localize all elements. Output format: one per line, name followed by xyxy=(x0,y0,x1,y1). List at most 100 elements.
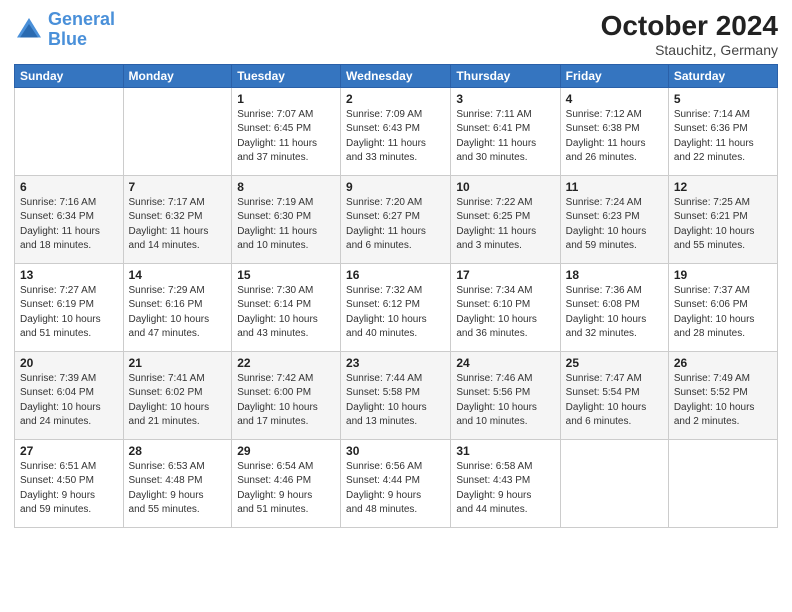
day-info: Sunrise: 7:22 AM Sunset: 6:25 PM Dayligh… xyxy=(456,196,554,254)
day-cell: 5Sunrise: 7:14 AM Sunset: 6:36 PM Daylig… xyxy=(668,88,777,176)
day-info: Sunrise: 6:51 AM Sunset: 4:50 PM Dayligh… xyxy=(20,460,118,518)
day-cell xyxy=(15,88,124,176)
day-number: 20 xyxy=(20,355,118,372)
day-number: 9 xyxy=(346,179,445,196)
col-saturday: Saturday xyxy=(668,65,777,88)
day-cell: 12Sunrise: 7:25 AM Sunset: 6:21 PM Dayli… xyxy=(668,176,777,264)
day-cell: 18Sunrise: 7:36 AM Sunset: 6:08 PM Dayli… xyxy=(560,264,668,352)
day-info: Sunrise: 7:42 AM Sunset: 6:00 PM Dayligh… xyxy=(237,372,335,430)
day-cell: 4Sunrise: 7:12 AM Sunset: 6:38 PM Daylig… xyxy=(560,88,668,176)
day-cell: 26Sunrise: 7:49 AM Sunset: 5:52 PM Dayli… xyxy=(668,352,777,440)
day-info: Sunrise: 7:32 AM Sunset: 6:12 PM Dayligh… xyxy=(346,284,445,342)
day-cell: 10Sunrise: 7:22 AM Sunset: 6:25 PM Dayli… xyxy=(451,176,560,264)
day-info: Sunrise: 6:58 AM Sunset: 4:43 PM Dayligh… xyxy=(456,460,554,518)
day-number: 21 xyxy=(129,355,227,372)
day-number: 22 xyxy=(237,355,335,372)
day-cell: 16Sunrise: 7:32 AM Sunset: 6:12 PM Dayli… xyxy=(341,264,451,352)
day-info: Sunrise: 6:56 AM Sunset: 4:44 PM Dayligh… xyxy=(346,460,445,518)
week-row-3: 20Sunrise: 7:39 AM Sunset: 6:04 PM Dayli… xyxy=(15,352,778,440)
day-info: Sunrise: 7:49 AM Sunset: 5:52 PM Dayligh… xyxy=(674,372,772,430)
day-info: Sunrise: 7:09 AM Sunset: 6:43 PM Dayligh… xyxy=(346,108,445,166)
day-cell: 31Sunrise: 6:58 AM Sunset: 4:43 PM Dayli… xyxy=(451,440,560,528)
week-row-0: 1Sunrise: 7:07 AM Sunset: 6:45 PM Daylig… xyxy=(15,88,778,176)
day-number: 23 xyxy=(346,355,445,372)
day-number: 2 xyxy=(346,91,445,108)
col-thursday: Thursday xyxy=(451,65,560,88)
day-number: 8 xyxy=(237,179,335,196)
day-cell: 11Sunrise: 7:24 AM Sunset: 6:23 PM Dayli… xyxy=(560,176,668,264)
day-cell: 19Sunrise: 7:37 AM Sunset: 6:06 PM Dayli… xyxy=(668,264,777,352)
col-friday: Friday xyxy=(560,65,668,88)
col-sunday: Sunday xyxy=(15,65,124,88)
day-number: 28 xyxy=(129,443,227,460)
day-cell xyxy=(668,440,777,528)
day-number: 24 xyxy=(456,355,554,372)
day-cell: 15Sunrise: 7:30 AM Sunset: 6:14 PM Dayli… xyxy=(232,264,341,352)
day-info: Sunrise: 7:11 AM Sunset: 6:41 PM Dayligh… xyxy=(456,108,554,166)
day-cell: 3Sunrise: 7:11 AM Sunset: 6:41 PM Daylig… xyxy=(451,88,560,176)
page: General Blue October 2024 Stauchitz, Ger… xyxy=(0,0,792,612)
day-number: 31 xyxy=(456,443,554,460)
day-info: Sunrise: 7:34 AM Sunset: 6:10 PM Dayligh… xyxy=(456,284,554,342)
month-title: October 2024 xyxy=(601,10,778,42)
day-info: Sunrise: 7:19 AM Sunset: 6:30 PM Dayligh… xyxy=(237,196,335,254)
day-cell: 2Sunrise: 7:09 AM Sunset: 6:43 PM Daylig… xyxy=(341,88,451,176)
day-info: Sunrise: 7:16 AM Sunset: 6:34 PM Dayligh… xyxy=(20,196,118,254)
col-wednesday: Wednesday xyxy=(341,65,451,88)
day-number: 30 xyxy=(346,443,445,460)
day-info: Sunrise: 7:47 AM Sunset: 5:54 PM Dayligh… xyxy=(566,372,663,430)
day-info: Sunrise: 7:20 AM Sunset: 6:27 PM Dayligh… xyxy=(346,196,445,254)
day-cell: 9Sunrise: 7:20 AM Sunset: 6:27 PM Daylig… xyxy=(341,176,451,264)
header: General Blue October 2024 Stauchitz, Ger… xyxy=(14,10,778,58)
day-number: 10 xyxy=(456,179,554,196)
day-number: 4 xyxy=(566,91,663,108)
day-cell: 14Sunrise: 7:29 AM Sunset: 6:16 PM Dayli… xyxy=(123,264,232,352)
day-number: 19 xyxy=(674,267,772,284)
day-number: 13 xyxy=(20,267,118,284)
day-cell: 7Sunrise: 7:17 AM Sunset: 6:32 PM Daylig… xyxy=(123,176,232,264)
day-info: Sunrise: 7:29 AM Sunset: 6:16 PM Dayligh… xyxy=(129,284,227,342)
day-number: 17 xyxy=(456,267,554,284)
day-info: Sunrise: 7:37 AM Sunset: 6:06 PM Dayligh… xyxy=(674,284,772,342)
day-info: Sunrise: 7:14 AM Sunset: 6:36 PM Dayligh… xyxy=(674,108,772,166)
day-info: Sunrise: 6:54 AM Sunset: 4:46 PM Dayligh… xyxy=(237,460,335,518)
logo-icon xyxy=(14,15,44,45)
day-info: Sunrise: 7:36 AM Sunset: 6:08 PM Dayligh… xyxy=(566,284,663,342)
day-info: Sunrise: 7:17 AM Sunset: 6:32 PM Dayligh… xyxy=(129,196,227,254)
day-cell: 22Sunrise: 7:42 AM Sunset: 6:00 PM Dayli… xyxy=(232,352,341,440)
week-row-4: 27Sunrise: 6:51 AM Sunset: 4:50 PM Dayli… xyxy=(15,440,778,528)
day-cell: 20Sunrise: 7:39 AM Sunset: 6:04 PM Dayli… xyxy=(15,352,124,440)
day-info: Sunrise: 7:44 AM Sunset: 5:58 PM Dayligh… xyxy=(346,372,445,430)
day-cell: 21Sunrise: 7:41 AM Sunset: 6:02 PM Dayli… xyxy=(123,352,232,440)
day-cell: 6Sunrise: 7:16 AM Sunset: 6:34 PM Daylig… xyxy=(15,176,124,264)
day-cell: 8Sunrise: 7:19 AM Sunset: 6:30 PM Daylig… xyxy=(232,176,341,264)
day-info: Sunrise: 7:27 AM Sunset: 6:19 PM Dayligh… xyxy=(20,284,118,342)
day-number: 3 xyxy=(456,91,554,108)
day-cell xyxy=(123,88,232,176)
day-number: 29 xyxy=(237,443,335,460)
title-block: October 2024 Stauchitz, Germany xyxy=(601,10,778,58)
day-cell: 25Sunrise: 7:47 AM Sunset: 5:54 PM Dayli… xyxy=(560,352,668,440)
day-info: Sunrise: 7:12 AM Sunset: 6:38 PM Dayligh… xyxy=(566,108,663,166)
week-row-2: 13Sunrise: 7:27 AM Sunset: 6:19 PM Dayli… xyxy=(15,264,778,352)
day-number: 26 xyxy=(674,355,772,372)
col-tuesday: Tuesday xyxy=(232,65,341,88)
day-info: Sunrise: 7:39 AM Sunset: 6:04 PM Dayligh… xyxy=(20,372,118,430)
day-cell: 30Sunrise: 6:56 AM Sunset: 4:44 PM Dayli… xyxy=(341,440,451,528)
header-row: Sunday Monday Tuesday Wednesday Thursday… xyxy=(15,65,778,88)
day-cell: 24Sunrise: 7:46 AM Sunset: 5:56 PM Dayli… xyxy=(451,352,560,440)
day-info: Sunrise: 7:24 AM Sunset: 6:23 PM Dayligh… xyxy=(566,196,663,254)
day-number: 7 xyxy=(129,179,227,196)
day-number: 1 xyxy=(237,91,335,108)
day-number: 27 xyxy=(20,443,118,460)
calendar-header: Sunday Monday Tuesday Wednesday Thursday… xyxy=(15,65,778,88)
day-info: Sunrise: 7:41 AM Sunset: 6:02 PM Dayligh… xyxy=(129,372,227,430)
day-cell xyxy=(560,440,668,528)
day-info: Sunrise: 7:30 AM Sunset: 6:14 PM Dayligh… xyxy=(237,284,335,342)
logo: General Blue xyxy=(14,10,115,50)
day-cell: 17Sunrise: 7:34 AM Sunset: 6:10 PM Dayli… xyxy=(451,264,560,352)
day-number: 25 xyxy=(566,355,663,372)
day-number: 6 xyxy=(20,179,118,196)
day-number: 18 xyxy=(566,267,663,284)
day-cell: 23Sunrise: 7:44 AM Sunset: 5:58 PM Dayli… xyxy=(341,352,451,440)
